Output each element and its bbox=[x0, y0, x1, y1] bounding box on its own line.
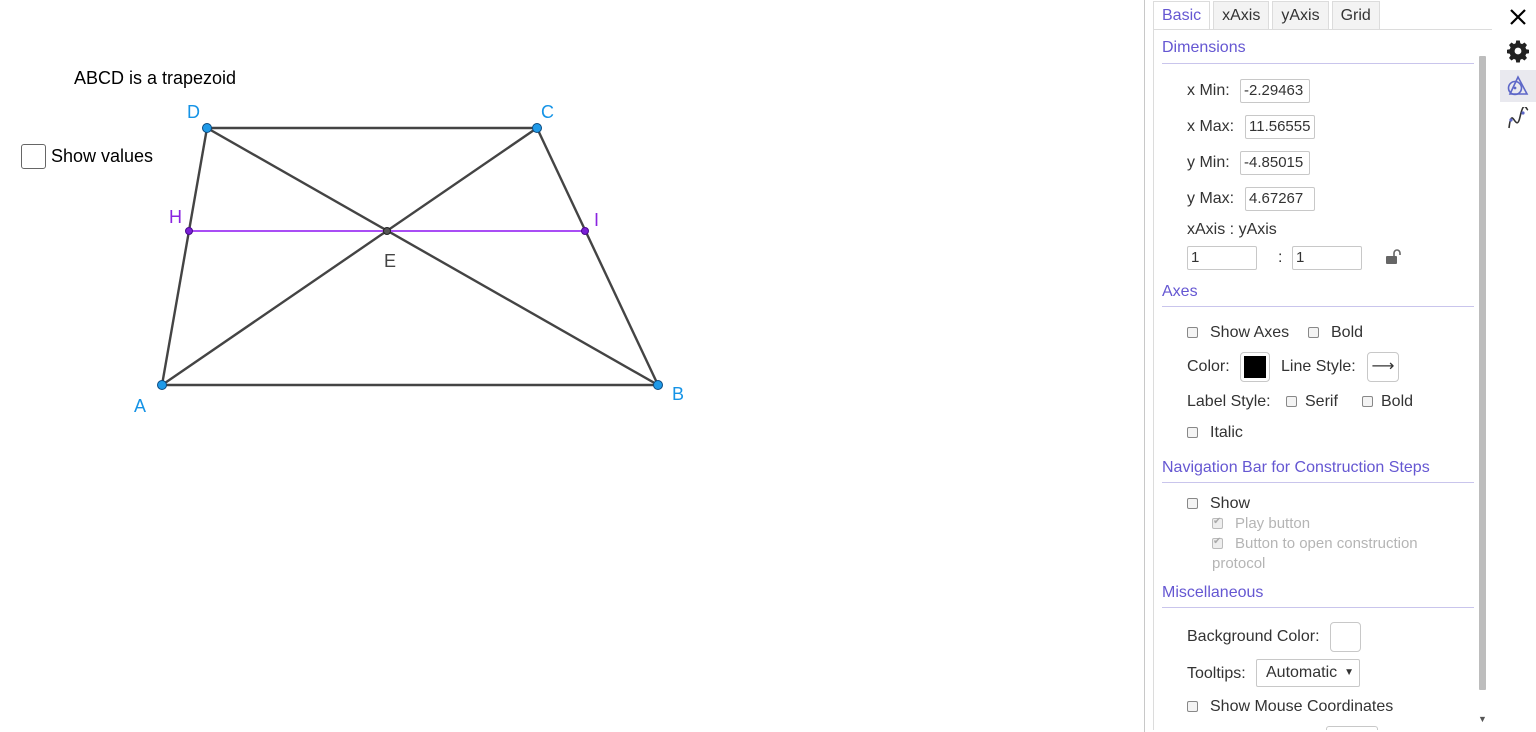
tooltips-select[interactable]: Automatic ▼ bbox=[1256, 659, 1360, 687]
label-b: B bbox=[672, 384, 684, 404]
section-axes-title: Axes bbox=[1162, 283, 1198, 300]
play-button-label: Play button bbox=[1235, 515, 1311, 532]
point-a[interactable] bbox=[157, 380, 167, 390]
label-style-label: Label Style: bbox=[1187, 393, 1271, 410]
ymin-input[interactable]: -4.85015 bbox=[1240, 151, 1310, 175]
algebra-curve-icon[interactable] bbox=[1500, 103, 1536, 135]
label-i: I bbox=[594, 210, 599, 230]
line-style-button[interactable]: ⟶ bbox=[1367, 352, 1399, 382]
properties-panel: Basic xAxis yAxis Grid Dimensions x Min:… bbox=[1145, 0, 1500, 732]
label-bold-checkbox[interactable] bbox=[1362, 396, 1373, 407]
segment-bc[interactable] bbox=[535, 127, 660, 386]
italic-label: Italic bbox=[1210, 424, 1243, 441]
tab-bar: Basic xAxis yAxis Grid bbox=[1153, 1, 1383, 29]
point-b[interactable] bbox=[653, 380, 663, 390]
xmax-label: x Max: bbox=[1187, 118, 1235, 135]
mouse-coordinates-label: Show Mouse Coordinates bbox=[1210, 698, 1394, 715]
tab-xaxis[interactable]: xAxis bbox=[1213, 1, 1270, 29]
show-axes-label: Show Axes bbox=[1210, 324, 1290, 341]
open-protocol-checkbox[interactable] bbox=[1212, 536, 1223, 549]
line-style-label: Line Style: bbox=[1281, 358, 1356, 375]
label-h: H bbox=[169, 207, 182, 227]
axes-color-label: Color: bbox=[1187, 358, 1230, 375]
open-protocol-label-line1: Button to open construction bbox=[1235, 535, 1418, 552]
ratio-y-input[interactable]: 1 bbox=[1292, 246, 1362, 270]
show-navigation-label: Show bbox=[1210, 495, 1251, 512]
xmax-input[interactable]: 11.56555 bbox=[1245, 115, 1315, 139]
tooltips-label: Tooltips: bbox=[1187, 665, 1246, 682]
section-divider bbox=[1162, 63, 1474, 64]
point-h[interactable] bbox=[185, 227, 193, 235]
ymin-label: y Min: bbox=[1187, 154, 1230, 171]
serif-label: Serif bbox=[1305, 393, 1338, 410]
show-navigation-checkbox[interactable] bbox=[1187, 498, 1198, 509]
italic-checkbox[interactable] bbox=[1187, 427, 1198, 438]
label-e: E bbox=[384, 251, 396, 271]
panel-scrollbar[interactable]: ▼ bbox=[1477, 40, 1487, 730]
label-d: D bbox=[187, 102, 200, 122]
section-misc-title: Miscellaneous bbox=[1162, 584, 1264, 601]
tooltips-select-value: Automatic bbox=[1266, 664, 1338, 681]
graphics-icon[interactable] bbox=[1500, 70, 1536, 102]
axes-color-button[interactable] bbox=[1240, 352, 1270, 382]
gear-icon[interactable] bbox=[1500, 35, 1536, 67]
axes-color-swatch bbox=[1244, 356, 1266, 378]
unlock-icon[interactable] bbox=[1385, 248, 1401, 266]
segments bbox=[160, 126, 660, 387]
side-toolbar bbox=[1500, 0, 1536, 732]
bold-axes-label: Bold bbox=[1331, 324, 1364, 341]
section-divider bbox=[1162, 482, 1474, 483]
tab-grid[interactable]: Grid bbox=[1331, 1, 1380, 29]
xmin-label: x Min: bbox=[1187, 82, 1230, 99]
section-dimensions-title: Dimensions bbox=[1162, 39, 1246, 56]
partial-input[interactable] bbox=[1326, 726, 1378, 730]
label-a: A bbox=[134, 396, 146, 416]
axis-ratio-label: xAxis : yAxis bbox=[1187, 221, 1277, 238]
label-bold-label: Bold bbox=[1381, 393, 1414, 410]
ratio-x-input[interactable]: 1 bbox=[1187, 246, 1257, 270]
tab-yaxis[interactable]: yAxis bbox=[1272, 1, 1329, 29]
close-icon[interactable] bbox=[1500, 1, 1536, 33]
tab-basic[interactable]: Basic bbox=[1153, 1, 1211, 29]
bold-axes-checkbox[interactable] bbox=[1308, 327, 1319, 338]
construction-canvas[interactable]: A B C D E H I bbox=[0, 0, 1144, 732]
mouse-coordinates-checkbox[interactable] bbox=[1187, 701, 1198, 712]
play-button-checkbox[interactable] bbox=[1212, 516, 1223, 529]
segment-da[interactable] bbox=[160, 127, 209, 386]
graphics-view[interactable]: ABCD is a trapezoid Show values A B C D … bbox=[0, 0, 1144, 732]
background-color-label: Background Color: bbox=[1187, 628, 1320, 645]
settings-scroll-area[interactable]: Dimensions x Min: -2.29463 x Max: 11.565… bbox=[1153, 30, 1495, 730]
serif-checkbox[interactable] bbox=[1286, 396, 1297, 407]
diagonal-bd[interactable] bbox=[206, 126, 659, 387]
scroll-down-icon[interactable]: ▼ bbox=[1478, 714, 1487, 724]
ratio-separator: : bbox=[1278, 249, 1283, 266]
point-e[interactable] bbox=[383, 227, 391, 235]
point-i[interactable] bbox=[581, 227, 589, 235]
show-axes-checkbox[interactable] bbox=[1187, 327, 1198, 338]
background-color-button[interactable] bbox=[1330, 622, 1361, 652]
ymax-input[interactable]: 4.67267 bbox=[1245, 187, 1315, 211]
point-d[interactable] bbox=[202, 123, 212, 133]
chevron-down-icon: ▼ bbox=[1344, 667, 1354, 678]
ymax-label: y Max: bbox=[1187, 190, 1235, 207]
section-divider bbox=[1162, 607, 1474, 608]
section-navigation-title: Navigation Bar for Construction Steps bbox=[1162, 459, 1430, 476]
scrollbar-thumb[interactable] bbox=[1479, 56, 1486, 690]
open-protocol-label-line2: protocol bbox=[1212, 555, 1266, 572]
label-c: C bbox=[541, 102, 554, 122]
section-divider bbox=[1162, 306, 1474, 307]
point-c[interactable] bbox=[532, 123, 542, 133]
xmin-input[interactable]: -2.29463 bbox=[1240, 79, 1310, 103]
diagonal-ac[interactable] bbox=[161, 127, 538, 386]
